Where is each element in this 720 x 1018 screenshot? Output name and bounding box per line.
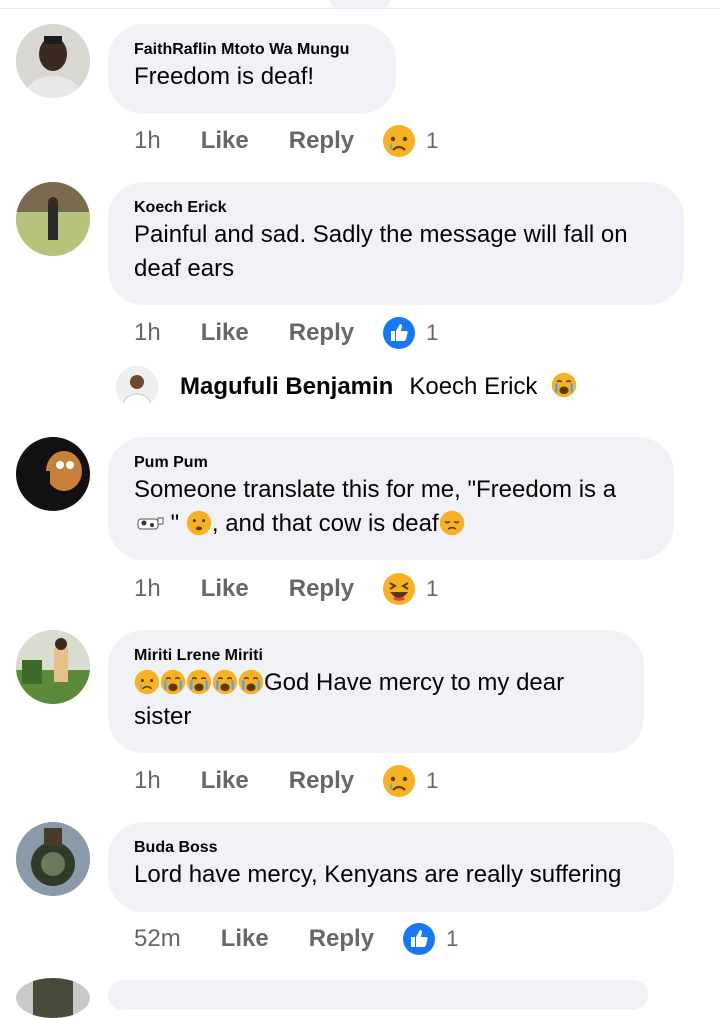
cow-emoji-icon: [134, 510, 164, 530]
reply-preview[interactable]: Magufuli Benjamin Koech Erick: [116, 366, 581, 408]
reaction-count[interactable]: 1: [426, 576, 438, 602]
avatar[interactable]: [16, 437, 90, 511]
top-divider: [0, 8, 720, 9]
reaction-count[interactable]: 1: [426, 128, 438, 154]
comment-time[interactable]: 52m: [134, 925, 181, 953]
sad-reaction-icon[interactable]: [382, 124, 416, 158]
comment-author[interactable]: Koech Erick: [134, 198, 658, 218]
reaction-count[interactable]: 1: [446, 926, 458, 952]
comment-text: ": [164, 510, 186, 537]
comment-text: God Have mercy to my dear: [264, 669, 565, 696]
like-button[interactable]: Like: [201, 767, 249, 795]
sad-reaction-icon[interactable]: [382, 764, 416, 798]
comment-text: Lord have mercy, Kenyans are really suff…: [134, 861, 622, 888]
comment-bubble: FaithRaflin Mtoto Wa Mungu Freedom is de…: [108, 24, 396, 114]
reply-author[interactable]: Magufuli Benjamin: [180, 373, 393, 401]
comment-bubble: Pum Pum Someone translate this for me, "…: [108, 437, 674, 560]
comment-author[interactable]: FaithRaflin Mtoto Wa Mungu: [134, 40, 370, 60]
comment-time[interactable]: 1h: [134, 127, 161, 155]
like-button[interactable]: Like: [201, 575, 249, 603]
reply-button[interactable]: Reply: [309, 925, 374, 953]
like-reaction-icon[interactable]: [382, 316, 416, 350]
avatar[interactable]: [16, 24, 90, 98]
reply-button[interactable]: Reply: [289, 319, 354, 347]
comment-bubble: Koech Erick Painful and sad. Sadly the m…: [108, 182, 684, 305]
comment-actions: 1h Like Reply 1: [134, 123, 438, 159]
crying-emoji-icon: [238, 669, 264, 695]
avatar[interactable]: [116, 366, 158, 408]
avatar[interactable]: [16, 630, 90, 704]
crying-emoji-icon: [160, 669, 186, 695]
reply-text: Koech Erick: [409, 373, 538, 400]
comment-actions: 1h Like Reply 1: [134, 571, 438, 607]
comment-actions: 52m Like Reply 1: [134, 921, 458, 957]
avatar[interactable]: [16, 978, 90, 1018]
comment-bubble: [108, 980, 648, 1010]
reply-button[interactable]: Reply: [289, 127, 354, 155]
comment-text: Painful and sad. Sadly the message will …: [134, 221, 628, 248]
comment-author[interactable]: Buda Boss: [134, 838, 648, 858]
crying-emoji-icon: [212, 669, 238, 695]
comment-text: , and that cow is deaf: [211, 510, 439, 537]
dizzy-emoji-icon: [186, 510, 212, 536]
like-button[interactable]: Like: [221, 925, 269, 953]
comment-actions: 1h Like Reply 1: [134, 315, 438, 351]
comment-author[interactable]: Pum Pum: [134, 453, 648, 473]
comment-text: Freedom is deaf!: [134, 63, 315, 90]
like-reaction-icon[interactable]: [402, 922, 436, 956]
comment-text: Someone translate this for me, "Freedom …: [134, 476, 617, 503]
comment-time[interactable]: 1h: [134, 319, 161, 347]
comment-bubble: Buda Boss Lord have mercy, Kenyans are r…: [108, 822, 674, 912]
like-button[interactable]: Like: [201, 319, 249, 347]
reply-button[interactable]: Reply: [289, 767, 354, 795]
sleepy-emoji-icon: [439, 510, 465, 536]
crying-emoji-icon: [551, 372, 581, 402]
comment-author[interactable]: Miriti Lrene Miriti: [134, 646, 618, 666]
comment-time[interactable]: 1h: [134, 575, 161, 603]
comment-text: deaf ears: [134, 255, 235, 282]
comment-bubble: Miriti Lrene Miriti God Have mercy to my…: [108, 630, 644, 753]
reaction-count[interactable]: 1: [426, 320, 438, 346]
comment-actions: 1h Like Reply 1: [134, 763, 438, 799]
comment-text: sister: [134, 703, 192, 730]
avatar[interactable]: [16, 822, 90, 896]
reply-button[interactable]: Reply: [289, 575, 354, 603]
crying-emoji-icon: [186, 669, 212, 695]
comment-time[interactable]: 1h: [134, 767, 161, 795]
comment-text-line: " , and that cow is deaf: [134, 507, 648, 541]
sad-emoji-icon: [134, 669, 160, 695]
top-handle: [330, 0, 390, 8]
like-button[interactable]: Like: [201, 127, 249, 155]
reaction-count[interactable]: 1: [426, 768, 438, 794]
comment-text-line: God Have mercy to my dear: [134, 666, 618, 700]
haha-reaction-icon[interactable]: [382, 572, 416, 606]
avatar[interactable]: [16, 182, 90, 256]
